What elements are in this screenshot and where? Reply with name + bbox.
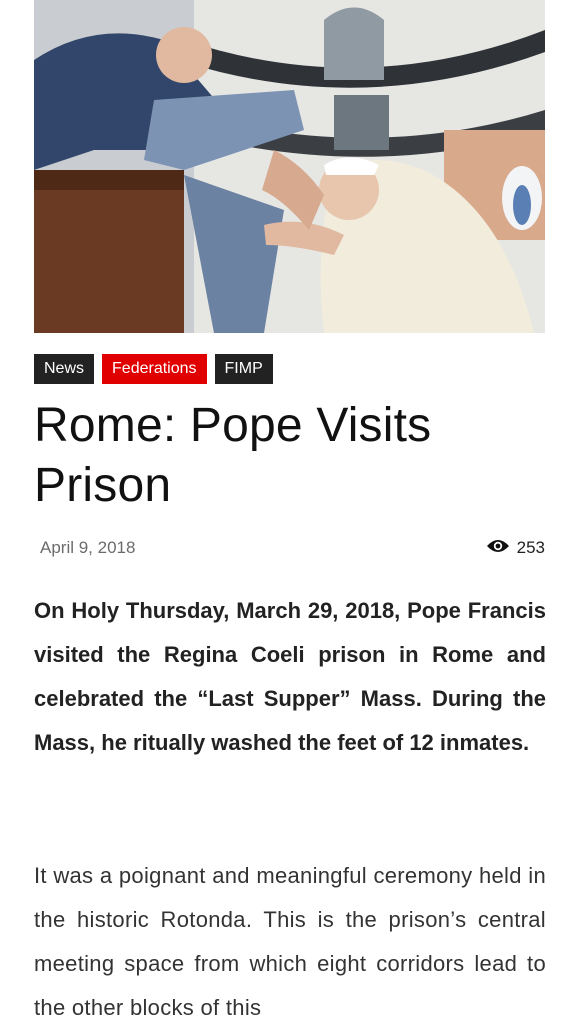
- tag-federations[interactable]: Federations: [102, 354, 207, 384]
- hero-image[interactable]: [34, 0, 545, 333]
- tag-fimp[interactable]: FIMP: [214, 354, 273, 384]
- eye-icon: [486, 538, 510, 559]
- publish-date: April 9, 2018: [40, 538, 136, 557]
- view-count: 253: [486, 538, 545, 559]
- view-count-value: 253: [516, 538, 545, 557]
- article-lead: On Holy Thursday, March 29, 2018, Pope F…: [34, 598, 546, 755]
- article-title: Rome: Pope Visits Prison: [34, 399, 432, 512]
- article-meta: April 9, 2018 253: [34, 535, 545, 561]
- category-tags: News Federations FIMP: [34, 354, 273, 384]
- article-body: It was a poignant and meaningful ceremon…: [34, 863, 546, 1020]
- hero-photo: [34, 0, 545, 333]
- tag-news[interactable]: News: [34, 354, 95, 384]
